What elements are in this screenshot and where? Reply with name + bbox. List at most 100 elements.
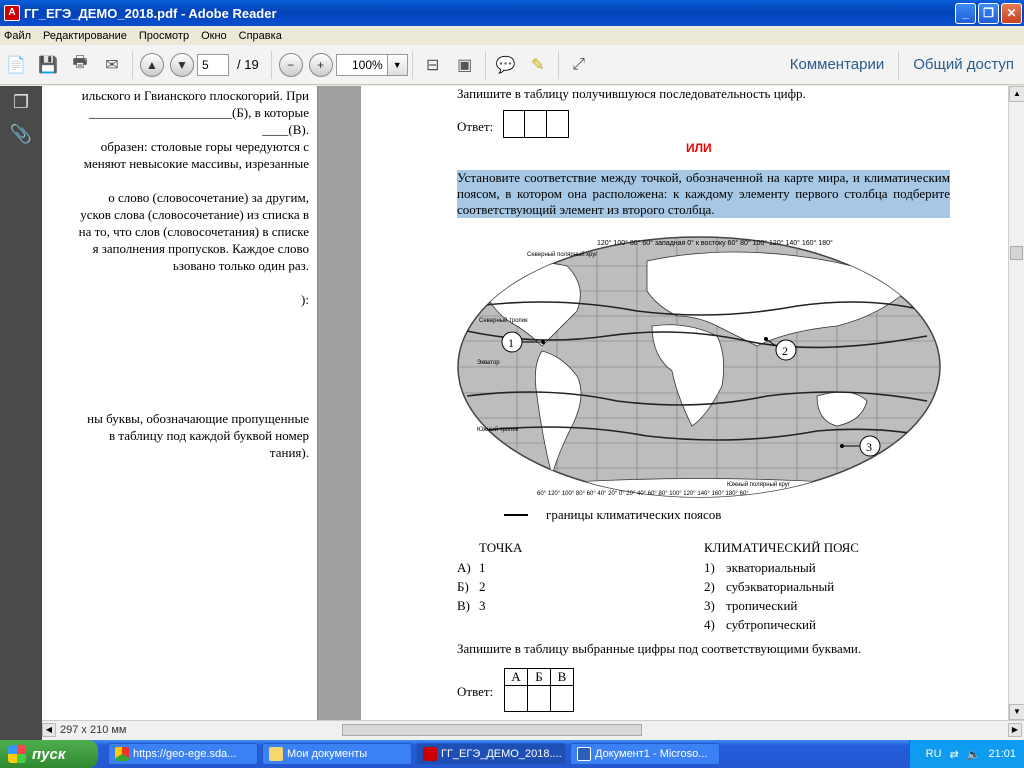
col2-value: тропический <box>726 598 798 613</box>
col1-letter: А) <box>457 560 471 575</box>
task-adobe-reader[interactable]: ГГ_ЕГЭ_ДЕМО_2018.... <box>416 743 566 765</box>
col2-header: КЛИМАТИЧЕСКИЙ ПОЯС <box>704 540 859 555</box>
left-page-line: ): <box>301 292 309 307</box>
answer-header-b: Б <box>527 668 551 686</box>
scroll-right-icon[interactable]: ▶ <box>1008 723 1022 737</box>
fit-width-icon[interactable]: ▣ <box>452 52 478 78</box>
map-tropic-s-label: Южный тропик <box>477 426 519 433</box>
menu-bar: Файл Редактирование Просмотр Окно Справк… <box>0 26 1024 45</box>
legend-line <box>504 514 528 516</box>
col2-item: 2) субэкваториальный <box>704 577 834 596</box>
answer-cell[interactable] <box>550 685 574 712</box>
scroll-left-icon[interactable]: ◀ <box>42 723 56 737</box>
horizontal-scrollbar[interactable]: ◀ 297 x 210 мм ▶ <box>42 720 1024 740</box>
comment-icon[interactable]: 💬 <box>493 52 519 78</box>
zoom-in-button[interactable]: + <box>308 52 333 77</box>
maximize-button[interactable]: ❐ <box>978 2 999 24</box>
start-label: пуск <box>32 745 66 763</box>
highlight-icon[interactable]: ✎ <box>525 52 551 78</box>
toolbar-right: Комментарии Общий доступ <box>780 50 1024 79</box>
minimize-button[interactable]: _ <box>955 2 976 24</box>
col2-item: 3) тропический <box>704 596 834 615</box>
task-my-documents[interactable]: Мои документы <box>262 743 412 765</box>
prev-page-button[interactable]: ▲ <box>140 52 164 77</box>
col1-item: В) 3 <box>457 596 486 615</box>
scroll-thumb[interactable] <box>1010 246 1023 260</box>
folder-icon <box>269 747 283 761</box>
col2-value: субэкваториальный <box>726 579 835 594</box>
col2-number: 1) <box>704 560 715 575</box>
col1-value: 2 <box>479 579 486 594</box>
answer-cell[interactable] <box>503 110 525 138</box>
adobe-reader-window: A ГГ_ЕГЭ_ДЕМО_2018.pdf - Adobe Reader _ … <box>0 0 1024 740</box>
task-chrome[interactable]: https://geo-ege.sda... <box>108 743 258 765</box>
col1-value: 3 <box>479 598 486 613</box>
create-pdf-icon[interactable]: 📄 <box>3 52 29 78</box>
answer-label-2: Ответ: <box>457 684 494 699</box>
zoom-input[interactable]: 100% <box>335 53 388 76</box>
page-number-input[interactable]: 5 <box>197 53 229 76</box>
vertical-scrollbar[interactable]: ▲ ▼ <box>1008 86 1024 720</box>
task-word[interactable]: Документ1 - Microso... <box>570 743 720 765</box>
menu-window[interactable]: Окно <box>201 30 227 42</box>
scroll-down-icon[interactable]: ▼ <box>1009 704 1024 720</box>
language-indicator[interactable]: RU <box>926 748 942 760</box>
answer-cell[interactable] <box>527 685 551 712</box>
answer-boxes-1 <box>503 110 569 138</box>
col2-value: экваториальный <box>726 560 816 575</box>
svg-text:3: 3 <box>866 440 872 454</box>
map-bottom-longitudes: 60° 120° 100° 80° 60° 40° 20° 0° 20° 40°… <box>537 491 749 497</box>
close-button[interactable]: ✕ <box>1001 2 1022 24</box>
col1-letter: В) <box>457 598 470 613</box>
pdf-icon <box>423 747 437 761</box>
col2-value: субтропический <box>726 617 816 632</box>
share-link[interactable]: Общий доступ <box>913 56 1014 73</box>
print-icon[interactable]: 🖶 <box>67 52 93 78</box>
expand-icon[interactable]: ⤢ <box>566 52 592 78</box>
left-page-line: тания). <box>269 445 309 460</box>
menu-view[interactable]: Просмотр <box>139 30 189 42</box>
map-tropic-n-label: Северный тропик <box>479 317 528 324</box>
menu-help[interactable]: Справка <box>239 30 282 42</box>
col2-item: 4) субтропический <box>704 615 834 634</box>
map-arctic-label: Северный полярный круг <box>527 251 598 258</box>
next-page-button[interactable]: ▼ <box>170 52 194 77</box>
title-bar: A ГГ_ЕГЭ_ДЕМО_2018.pdf - Adobe Reader _ … <box>0 0 1024 26</box>
left-page-line: на то, что слов (словосочетания) в списк… <box>78 224 309 239</box>
top-instruction: Запишите в таблицу получившуюся последов… <box>457 86 806 101</box>
menu-file[interactable]: Файл <box>4 30 31 42</box>
save-icon[interactable]: 💾 <box>35 52 61 78</box>
or-label: ИЛИ <box>686 141 712 155</box>
email-icon[interactable]: ✉ <box>99 52 125 78</box>
left-page-line: ______________________(Б), в которые <box>88 105 309 120</box>
task-text: Установите соответствие между точкой, об… <box>457 170 950 218</box>
toolbar: 📄 💾 🖶 ✉ ▲ ▼ 5 / 19 − + 100% ▼ ⊟ ▣ 💬 ✎ ⤢ … <box>0 45 1024 85</box>
volume-icon[interactable]: 🔈 <box>967 748 981 761</box>
menu-edit[interactable]: Редактирование <box>43 30 127 42</box>
fit-page-icon[interactable]: ⊟ <box>420 52 446 78</box>
left-page-line: ильского и Гвианского плоскогорий. При <box>81 88 309 103</box>
answer-cell[interactable] <box>547 110 569 138</box>
page-size-label: 297 x 210 мм <box>60 724 127 736</box>
answer-cell[interactable] <box>525 110 547 138</box>
network-icon[interactable]: ⇄ <box>950 748 959 761</box>
answer-header-a: А <box>504 668 528 686</box>
hscroll-thumb[interactable] <box>342 724 642 736</box>
separator <box>270 50 272 79</box>
navigation-panel: ❐ 📎 <box>0 86 42 740</box>
answer-cell[interactable] <box>504 685 528 712</box>
col2-number: 4) <box>704 617 715 632</box>
comments-link[interactable]: Комментарии <box>790 56 884 73</box>
attachments-icon[interactable]: 📎 <box>8 124 34 150</box>
pdf-icon: A <box>4 5 20 21</box>
right-page: Запишите в таблицу получившуюся последов… <box>361 86 1008 720</box>
zoom-out-button[interactable]: − <box>278 52 303 77</box>
start-button[interactable]: пуск <box>0 740 98 768</box>
world-map: 120° 100° 80° 60° западная 0° к востоку … <box>457 236 941 498</box>
left-page-line: ьзовано только один раз. <box>172 258 309 273</box>
scroll-up-icon[interactable]: ▲ <box>1009 86 1024 102</box>
pages-icon[interactable]: ❐ <box>8 92 34 118</box>
col2-number: 3) <box>704 598 715 613</box>
windows-logo-icon <box>8 745 26 763</box>
zoom-dropdown-icon[interactable]: ▼ <box>387 53 408 76</box>
